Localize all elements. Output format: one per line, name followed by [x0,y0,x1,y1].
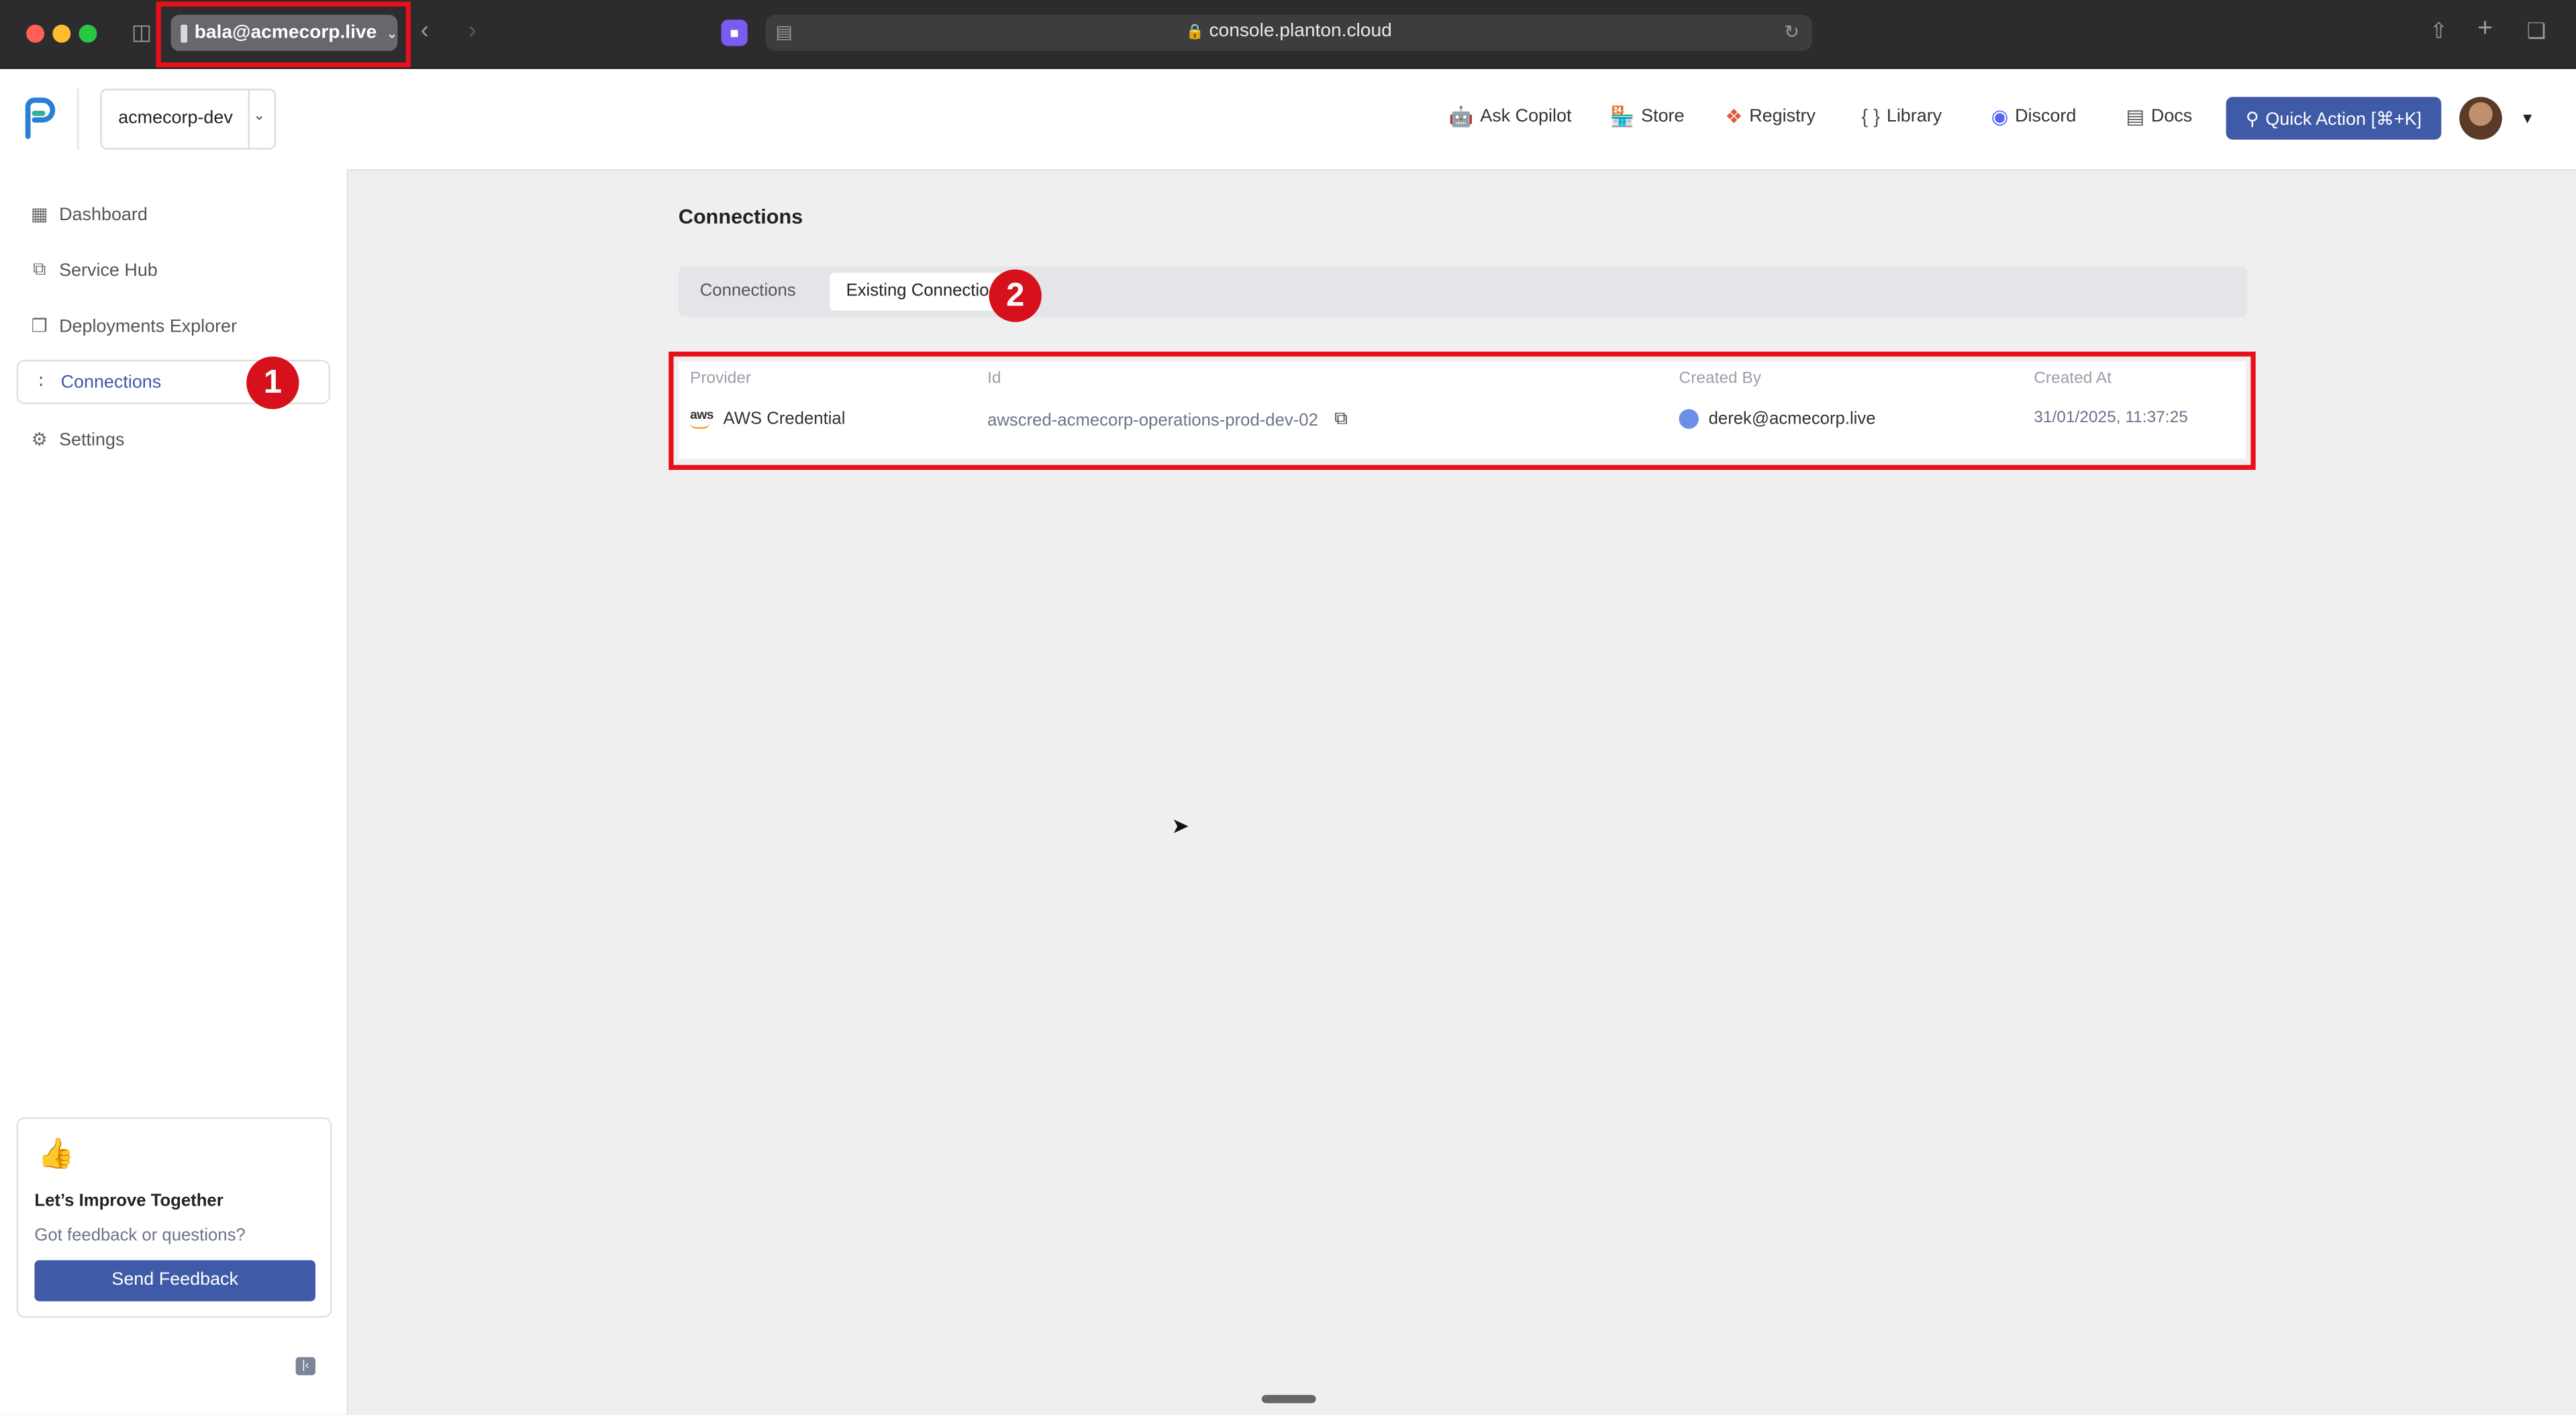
nav-discord[interactable]: ◉ Discord [1991,107,2077,126]
step-badge-1: 1 [246,356,299,409]
feedback-title: Let’s Improve Together [34,1191,224,1211]
sidebar-item-label: Service Hub [59,260,158,281]
page-title: Connections [678,205,803,229]
feedback-card: 👍 Let’s Improve Together Got feedback or… [16,1117,332,1318]
sidebar-item-service-hub[interactable]: ⧉ Service Hub [16,248,330,293]
reload-icon[interactable]: ↻ [1784,21,1799,44]
dashboard-icon: ▦ [31,205,48,226]
store-icon: 🏪 [1609,105,1635,128]
connections-tabs: Connections Existing Connectio [678,266,2248,318]
nav-label: Library [1886,107,1942,127]
service-hub-icon: ⧉ [33,259,46,280]
header-divider [77,89,79,150]
nav-ask-copilot[interactable]: 🤖 Ask Copilot [1449,107,1572,126]
url-text: console.planton.cloud [1209,21,1392,42]
nav-label: Registry [1749,107,1816,127]
sidebar-item-settings[interactable]: ⚙ Settings [16,418,330,462]
nav-label: Docs [2150,107,2193,127]
org-selector[interactable]: acmecorp-dev ⌄ [100,89,277,150]
sidebar-item-label: Deployments Explorer [59,316,238,336]
nav-store[interactable]: 🏪 Store [1610,107,1685,126]
connections-icon: ∶ [38,373,44,393]
nav-library[interactable]: { } Library [1861,107,1942,126]
docs-icon: ▤ [2126,105,2145,128]
settings-icon: ⚙ [31,430,48,450]
extension-icon[interactable]: ■ [721,19,748,46]
minimize-window-button[interactable] [52,24,71,43]
lock-icon: 🔒 [1185,23,1205,40]
tab-overview-icon[interactable]: ❏ [2527,19,2546,42]
address-bar[interactable]: ▤ 🔒 console.planton.cloud ↻ [765,15,1812,51]
search-icon: ⚲ [2245,109,2259,130]
braces-icon: { } [1861,105,1881,128]
collapse-sidebar-icon[interactable]: |‹ [295,1357,315,1375]
avatar[interactable] [2459,97,2502,140]
sidebar-item-label: Settings [59,430,125,450]
thumbs-up-icon: 👍 [38,1136,75,1170]
sidebar-item-dashboard[interactable]: ▦ Dashboard [16,192,330,236]
robot-icon: 🤖 [1448,105,1474,128]
browser-toolbar: ◫ bala@acmecorp.live ⌄ ‹ › ■ ▤ 🔒 console.… [0,0,2576,69]
nav-label: Discord [2015,107,2077,127]
mouse-cursor-icon: ➤ [1171,813,1189,838]
sidebar-item-label: Dashboard [59,204,148,225]
scroll-handle[interactable] [1261,1395,1316,1404]
nav-label: Ask Copilot [1480,107,1572,127]
step-badge-2: 2 [989,269,1042,322]
sidebar-toggle-icon[interactable]: ◫ [132,21,152,44]
deployments-icon: ❒ [31,317,48,337]
planton-logo[interactable] [23,97,59,140]
tab-connections[interactable]: Connections [683,273,812,310]
discord-icon: ◉ [1991,105,2009,128]
share-icon[interactable]: ⇧ [2430,19,2448,42]
maximize-window-button[interactable] [79,24,97,43]
sidebar-item-deployments-explorer[interactable]: ❒ Deployments Explorer [16,304,330,348]
forward-icon[interactable]: › [468,18,477,43]
sidebar-item-label: Connections [60,372,162,392]
org-name: acmecorp-dev [118,108,233,128]
nav-label: Store [1641,107,1685,127]
nav-registry[interactable]: ❖ Registry [1725,107,1816,126]
back-icon[interactable]: ‹ [421,18,429,43]
org-selector-divider [248,90,250,148]
caret-down-icon[interactable]: ▼ [2520,110,2535,126]
table-highlight-box [668,351,2256,471]
feedback-subtitle: Got feedback or questions? [34,1225,246,1246]
chevron-down-icon[interactable]: ⌄ [253,107,265,125]
sidebar: ▦ Dashboard ⧉ Service Hub ❒ Deployments … [0,169,348,1415]
quick-action-label: Quick Action [⌘+K] [2265,109,2422,130]
send-feedback-button[interactable]: Send Feedback [34,1260,315,1302]
profile-highlight-box [156,1,411,68]
nav-docs[interactable]: ▤ Docs [2126,107,2192,126]
registry-icon: ❖ [1725,105,1743,128]
close-window-button[interactable] [26,24,45,43]
app-header: acmecorp-dev ⌄ 🤖 Ask Copilot 🏪 Store ❖ R… [0,68,2576,171]
new-tab-icon[interactable]: + [2477,15,2493,42]
tab-existing-connections[interactable]: Existing Connectio [830,273,1011,311]
quick-action-button[interactable]: ⚲ Quick Action [⌘+K] [2226,97,2442,140]
